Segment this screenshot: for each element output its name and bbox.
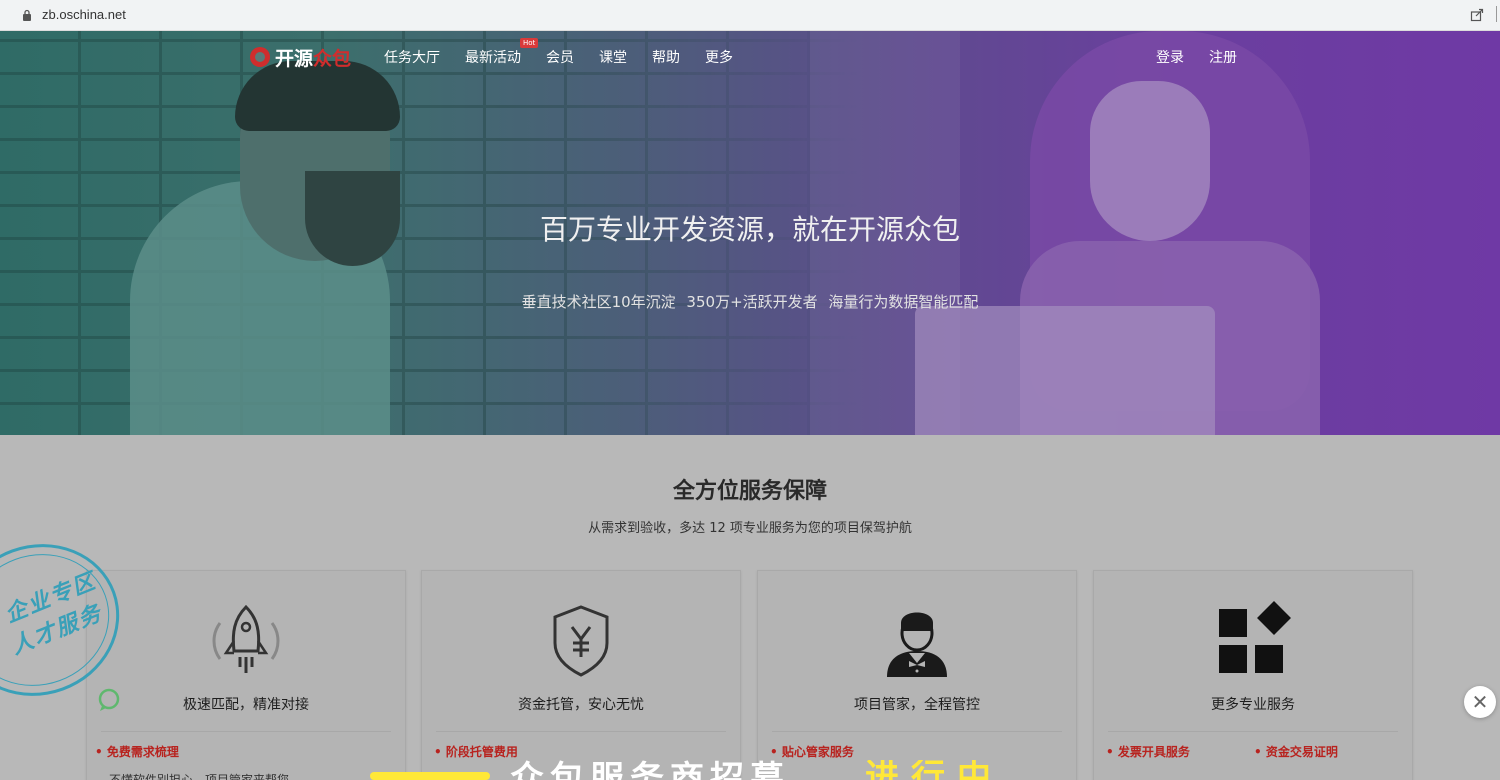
section-subtitle: 从需求到验收，多达 12 项专业服务为您的项目保驾护航: [588, 521, 912, 536]
card-title: 极速匹配，精准对接: [183, 697, 309, 713]
card-feature: 贴心管家服务: [770, 743, 854, 760]
banner-accent-bar: [370, 772, 490, 780]
rocket-icon: [212, 604, 280, 673]
nav-item-latest-events[interactable]: 最新活动: [465, 47, 521, 67]
hot-badge: Hot: [520, 38, 539, 48]
card-divider: [436, 731, 726, 732]
logo-text-primary: 开源: [275, 47, 314, 70]
url-text[interactable]: zb.oschina.net: [42, 7, 126, 22]
window-edge: [1496, 6, 1500, 22]
register-link[interactable]: 注册: [1209, 47, 1237, 67]
laptop-image: [915, 306, 1215, 435]
service-card-more[interactable]: 更多专业服务 发票开具服务 资金交易证明: [1093, 570, 1413, 780]
login-link[interactable]: 登录: [1156, 47, 1184, 67]
browser-address-bar: zb.oschina.net: [0, 0, 1500, 31]
hero-subtitle: 垂直技术社区10年沉淀 350万+活跃开发者 海量行为数据智能匹配: [521, 293, 979, 311]
card-description: 不懂软件别担心，项目管家来帮您: [109, 773, 290, 780]
nav-item-task-hall[interactable]: 任务大厅: [384, 47, 440, 67]
card-divider: [1108, 731, 1398, 732]
service-card-butler[interactable]: 项目管家，全程管控 贴心管家服务: [757, 570, 1077, 780]
nav-item-more[interactable]: 更多: [705, 47, 733, 67]
card-title: 资金托管，安心无忧: [518, 697, 644, 713]
card-divider: [101, 731, 391, 732]
lock-icon: [23, 9, 31, 21]
service-card-escrow[interactable]: 资金托管，安心无忧 阶段托管费用: [421, 570, 741, 780]
logo-text-accent: 众包: [313, 47, 352, 70]
card-title: 项目管家，全程管控: [854, 697, 980, 713]
service-guarantee-section: 全方位服务保障 从需求到验收，多达 12 项专业服务为您的项目保驾护航 极速匹配…: [0, 435, 1500, 780]
logo-mark-icon: [250, 47, 270, 67]
section-title: 全方位服务保障: [672, 479, 827, 504]
grid-diamond-icon: [1219, 601, 1291, 673]
card-feature: 阶段托管费用: [434, 743, 518, 760]
share-icon[interactable]: [1470, 8, 1484, 22]
banner-text-white: 众包服务商招募: [510, 760, 790, 780]
close-icon: ✕: [1471, 690, 1489, 714]
shield-yen-icon: [553, 605, 609, 677]
close-popup-button[interactable]: ✕: [1464, 686, 1496, 718]
nav-item-membership[interactable]: 会员: [546, 47, 574, 67]
hero-title: 百万专业开发资源，就在开源众包: [539, 213, 960, 246]
chat-bubble-icon[interactable]: [96, 688, 122, 712]
banner-text-yellow: 进行中: [865, 760, 1003, 780]
service-card-matching[interactable]: 极速匹配，精准对接 免费需求梳理 不懂软件别担心，项目管家来帮您: [86, 570, 406, 780]
card-divider: [772, 731, 1062, 732]
card-title: 更多专业服务: [1211, 697, 1295, 713]
nav-item-classroom[interactable]: 课堂: [599, 47, 627, 67]
nav-item-help[interactable]: 帮助: [652, 47, 680, 67]
site-logo[interactable]: 开源 众包: [250, 45, 352, 70]
card-feature: 免费需求梳理: [95, 743, 179, 760]
butler-icon: [887, 612, 947, 677]
card-feature: 发票开具服务: [1106, 743, 1190, 760]
top-navigation: 开源 众包 任务大厅 最新活动 Hot 会员 课堂 帮助 更多 登录 注册: [0, 31, 1500, 83]
card-feature: 资金交易证明: [1254, 743, 1338, 760]
hero-banner: 开源 众包 任务大厅 最新活动 Hot 会员 课堂 帮助 更多 登录 注册 百万…: [0, 31, 1500, 435]
promo-banner[interactable]: 众包服务商招募 进行中: [360, 760, 1160, 780]
